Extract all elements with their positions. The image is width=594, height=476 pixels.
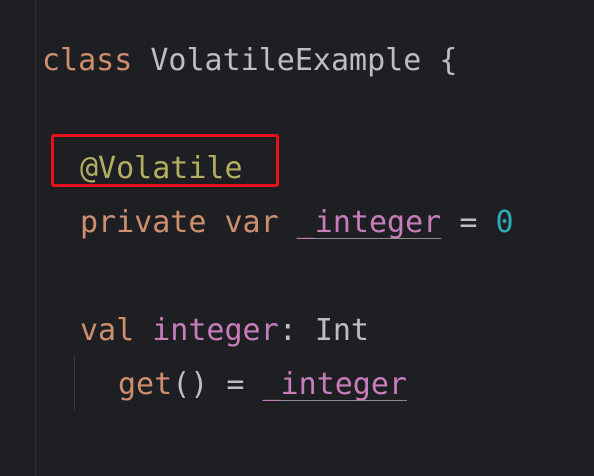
class-name[interactable]: VolatileExample <box>150 43 421 78</box>
assign-operator: = <box>459 205 478 240</box>
code-line-class-declaration[interactable]: class VolatileExample { <box>42 43 457 79</box>
code-line-val-property[interactable]: val integer: Int <box>80 313 369 349</box>
type-name[interactable]: Int <box>315 313 369 348</box>
getter-keyword: get <box>118 367 173 402</box>
annotation-highlight-box <box>51 134 279 187</box>
property-name[interactable]: integer <box>152 313 278 348</box>
indent-guide <box>74 356 75 410</box>
backing-property-name[interactable]: _integer <box>297 205 442 240</box>
keyword-private: private <box>80 205 207 240</box>
code-line-getter[interactable]: get() = _integer <box>118 367 407 403</box>
number-literal: 0 <box>495 205 514 240</box>
keyword-val: val <box>80 313 135 348</box>
gutter-divider <box>35 0 36 476</box>
getter-parens: () <box>172 367 209 402</box>
keyword-var: var <box>224 205 279 240</box>
keyword-class: class <box>42 43 133 78</box>
code-line-private-var[interactable]: private var _integer = 0 <box>80 205 514 241</box>
code-editor[interactable]: class VolatileExample { @Volatile privat… <box>0 0 594 476</box>
open-brace: { <box>439 43 458 78</box>
getter-assign-operator: = <box>226 367 245 402</box>
getter-backing-property[interactable]: _integer <box>263 367 408 402</box>
type-colon: : <box>278 313 297 348</box>
